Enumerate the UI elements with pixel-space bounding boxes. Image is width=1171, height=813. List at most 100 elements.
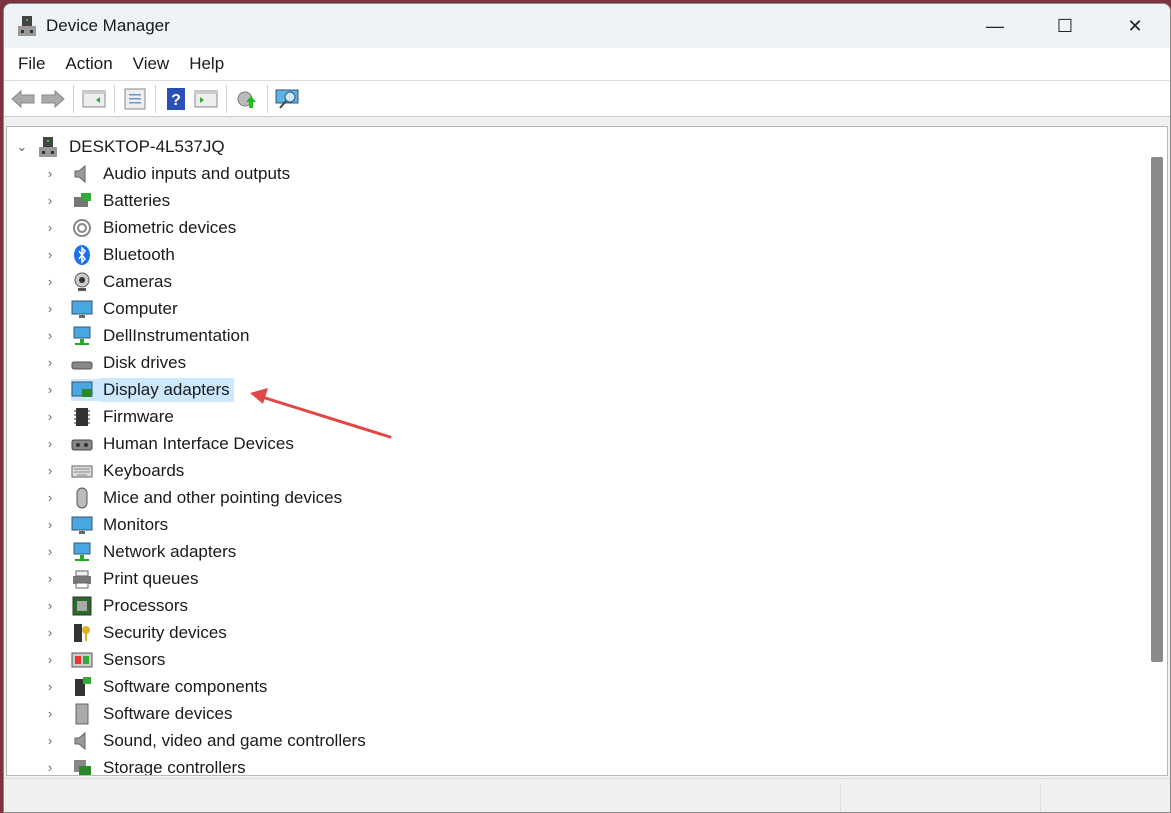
tree-item-audio-inputs-and-outputs[interactable]: › Audio inputs and outputs — [43, 160, 294, 187]
computer-name: DESKTOP-4L537JQ — [69, 136, 225, 156]
toolbar-divider — [114, 84, 115, 113]
tree-root[interactable]: ⌄ DESKTOP-4L537JQ — [15, 133, 229, 160]
tree-item-processors[interactable]: › Processors — [43, 592, 192, 619]
tree-item-sensors[interactable]: › Sensors — [43, 646, 169, 673]
close-button[interactable]: ✕ — [1100, 4, 1170, 48]
chevron-right-icon[interactable]: › — [43, 166, 57, 181]
tree-item-keyboards[interactable]: › Keyboards — [43, 457, 188, 484]
tree-item-dellinstrumentation[interactable]: › DellInstrumentation — [43, 322, 253, 349]
tree-item-biometric-devices[interactable]: › Biometric devices — [43, 214, 240, 241]
chevron-right-icon[interactable]: › — [43, 598, 57, 613]
toolbar-divider — [155, 84, 156, 113]
chevron-right-icon[interactable]: › — [43, 220, 57, 235]
printer-icon — [71, 568, 93, 590]
tree-item-monitors[interactable]: › Monitors — [43, 511, 172, 538]
chevron-right-icon[interactable]: › — [43, 760, 57, 775]
tree-item-label: Biometric devices — [103, 217, 237, 237]
status-pane — [1040, 783, 1170, 812]
tree-item-firmware[interactable]: › Firmware — [43, 403, 178, 430]
tree-item-label: Audio inputs and outputs — [103, 163, 291, 183]
chevron-right-icon[interactable]: › — [43, 301, 57, 316]
help-icon[interactable]: ? — [161, 85, 191, 113]
mouse-icon — [71, 487, 93, 509]
chevron-right-icon[interactable]: › — [43, 436, 57, 451]
chevron-down-icon[interactable]: ⌄ — [15, 139, 29, 155]
tree-item-sound-video-and-game-controllers[interactable]: › Sound, video and game controllers — [43, 727, 370, 754]
chevron-right-icon[interactable]: › — [43, 355, 57, 370]
tree-item-label: Print queues — [103, 568, 199, 588]
menu-file[interactable]: File — [8, 54, 55, 74]
tree-item-label: Bluetooth — [103, 244, 175, 264]
menu-help[interactable]: Help — [179, 54, 234, 74]
storage-icon — [71, 757, 93, 775]
tree-item-label: Cameras — [103, 271, 172, 291]
software-icon — [71, 676, 93, 698]
chevron-right-icon[interactable]: › — [43, 490, 57, 505]
chevron-right-icon[interactable]: › — [43, 274, 57, 289]
chevron-right-icon[interactable]: › — [43, 193, 57, 208]
chevron-right-icon[interactable]: › — [43, 463, 57, 478]
tree-item-cameras[interactable]: › Cameras — [43, 268, 176, 295]
minimize-button[interactable]: — — [960, 4, 1030, 48]
scan-hardware-changes-icon[interactable] — [273, 85, 303, 113]
title-bar: Device Manager — ☐ ✕ — [4, 4, 1170, 48]
tree-item-label: Disk drives — [103, 352, 187, 372]
tree-item-network-adapters[interactable]: › Network adapters — [43, 538, 240, 565]
computer-icon — [37, 136, 59, 158]
tree-item-label: Mice and other pointing devices — [103, 487, 343, 507]
vertical-scrollbar[interactable] — [1147, 127, 1167, 775]
speaker-icon — [71, 163, 93, 185]
chevron-right-icon[interactable]: › — [43, 706, 57, 721]
tree-item-label: DellInstrumentation — [103, 325, 250, 345]
forward-icon[interactable] — [38, 85, 68, 113]
chevron-right-icon[interactable]: › — [43, 328, 57, 343]
sensor-icon — [71, 649, 93, 671]
show-hide-console-tree-icon[interactable] — [79, 85, 109, 113]
update-driver-icon[interactable] — [232, 85, 262, 113]
toolbar-divider — [73, 84, 74, 113]
tree-item-batteries[interactable]: › Batteries — [43, 187, 174, 214]
tree-item-label: Network adapters — [103, 541, 237, 561]
menu-view[interactable]: View — [123, 54, 180, 74]
tree-item-bluetooth[interactable]: › Bluetooth — [43, 241, 179, 268]
status-bar — [4, 778, 1170, 812]
tree-item-label: Computer — [103, 298, 178, 318]
chevron-right-icon[interactable]: › — [43, 679, 57, 694]
chevron-right-icon[interactable]: › — [43, 652, 57, 667]
battery-icon — [71, 190, 93, 212]
tree-item-print-queues[interactable]: › Print queues — [43, 565, 202, 592]
chip-icon — [71, 406, 93, 428]
chevron-right-icon[interactable]: › — [43, 544, 57, 559]
tree-item-label: Display adapters — [99, 377, 234, 402]
properties-icon[interactable] — [120, 85, 150, 113]
toolbar-divider — [267, 84, 268, 113]
hid-icon — [71, 433, 93, 455]
show-hide-action-pane-icon[interactable] — [191, 85, 221, 113]
tree-item-label: Firmware — [103, 406, 174, 426]
tree-item-storage-controllers[interactable]: › Storage controllers — [43, 754, 250, 775]
tree-item-label: Human Interface Devices — [103, 433, 294, 453]
tree-item-human-interface-devices[interactable]: › Human Interface Devices — [43, 430, 298, 457]
tree-item-display-adapters[interactable]: › Display adapters — [43, 376, 234, 403]
maximize-button[interactable]: ☐ — [1030, 4, 1100, 48]
chevron-right-icon[interactable]: › — [43, 517, 57, 532]
chevron-right-icon[interactable]: › — [43, 247, 57, 262]
device-tree: ⌄ DESKTOP-4L537JQ › Audio inputs and outp… — [6, 126, 1168, 776]
tree-item-software-components[interactable]: › Software components — [43, 673, 271, 700]
chevron-right-icon[interactable]: › — [43, 625, 57, 640]
tree-item-label: Batteries — [103, 190, 171, 210]
tree-item-disk-drives[interactable]: › Disk drives — [43, 349, 190, 376]
tree-item-security-devices[interactable]: › Security devices — [43, 619, 231, 646]
tree-item-mice-and-other-pointing-devices[interactable]: › Mice and other pointing devices — [43, 484, 346, 511]
camera-icon — [71, 271, 93, 293]
chevron-right-icon[interactable]: › — [43, 733, 57, 748]
back-icon[interactable] — [8, 85, 38, 113]
scrollbar-thumb[interactable] — [1151, 157, 1163, 662]
menu-action[interactable]: Action — [55, 54, 122, 74]
tree-item-computer[interactable]: › Computer — [43, 295, 182, 322]
chevron-right-icon[interactable]: › — [43, 382, 57, 397]
tree-item-label: Keyboards — [103, 460, 185, 480]
tree-item-software-devices[interactable]: › Software devices — [43, 700, 236, 727]
chevron-right-icon[interactable]: › — [43, 409, 57, 424]
chevron-right-icon[interactable]: › — [43, 571, 57, 586]
